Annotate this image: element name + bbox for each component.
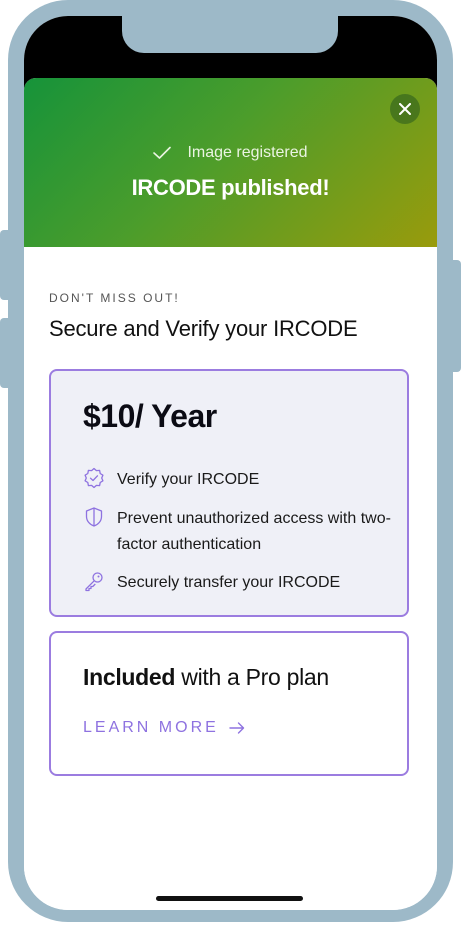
status-text: Image registered	[187, 144, 308, 161]
feature-text: Prevent unauthorized access with two-fac…	[117, 510, 391, 553]
pro-plan-text: Included with a Pro plan	[83, 664, 329, 691]
pro-plan-card[interactable]: Included with a Pro plan LEARN MORE	[49, 631, 409, 776]
key-icon	[85, 572, 103, 592]
publish-success-sheet: Image registered IRCODE published! DON'T…	[24, 78, 437, 910]
pro-plan-rest: with a Pro plan	[175, 664, 329, 690]
registration-status: Image registered	[24, 144, 437, 162]
home-indicator[interactable]	[156, 896, 303, 901]
price-label: $10/ Year	[83, 398, 217, 434]
price-card[interactable]: $10/ Year Verify your IRCODE Prevent una…	[49, 369, 409, 617]
learn-more-link[interactable]: LEARN MORE	[83, 719, 245, 737]
badge-check-icon	[84, 467, 104, 489]
banner-title: IRCODE published!	[131, 175, 330, 200]
arrow-right-icon	[229, 722, 244, 734]
section-title: Secure and Verify your IRCODE	[49, 316, 358, 341]
pro-plan-bold: Included	[83, 664, 176, 690]
phone-mockup: Image registered IRCODE published! DON'T…	[0, 0, 461, 926]
success-banner: Image registered IRCODE published!	[24, 78, 437, 247]
close-icon	[399, 103, 411, 115]
check-icon	[153, 146, 172, 159]
feature-text: Securely transfer your IRCODE	[117, 574, 341, 591]
feature-text: Verify your IRCODE	[117, 471, 260, 488]
eyebrow-label: DON'T MISS OUT!	[49, 291, 180, 305]
close-button[interactable]	[390, 94, 420, 124]
shield-icon	[85, 507, 103, 527]
feature-item: Prevent unauthorized access with two-fac…	[83, 506, 392, 558]
phone-screen: Image registered IRCODE published! DON'T…	[24, 16, 437, 910]
phone-notch	[122, 16, 338, 53]
feature-item: Verify your IRCODE	[83, 467, 392, 493]
feature-item: Securely transfer your IRCODE	[83, 570, 392, 596]
learn-more-label: LEARN MORE	[83, 719, 219, 736]
